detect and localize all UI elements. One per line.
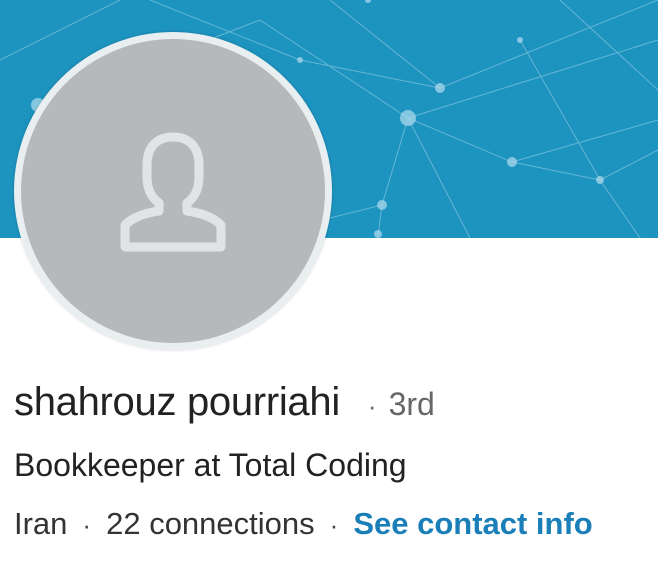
- profile-meta-row: Iran · 22 connections · See contact info: [14, 506, 593, 542]
- profile-location: Iran: [14, 506, 68, 541]
- person-silhouette-icon: [120, 132, 226, 252]
- meta-separator: ·: [329, 510, 339, 540]
- profile-connections[interactable]: 22 connections: [106, 506, 315, 542]
- see-contact-info-link[interactable]: See contact info: [353, 506, 592, 542]
- degree-separator: ·: [367, 391, 377, 421]
- meta-separator: ·: [82, 510, 92, 540]
- profile-card: shahrouz pourriahi · 3rd Bookkeeper at T…: [0, 0, 658, 570]
- avatar-placeholder: [21, 39, 325, 343]
- connection-degree-badge: 3rd: [388, 386, 435, 422]
- profile-name: shahrouz pourriahi: [14, 380, 340, 424]
- name-row: shahrouz pourriahi · 3rd: [14, 380, 435, 425]
- profile-headline: Bookkeeper at Total Coding: [14, 447, 407, 483]
- profile-avatar[interactable]: [14, 32, 332, 350]
